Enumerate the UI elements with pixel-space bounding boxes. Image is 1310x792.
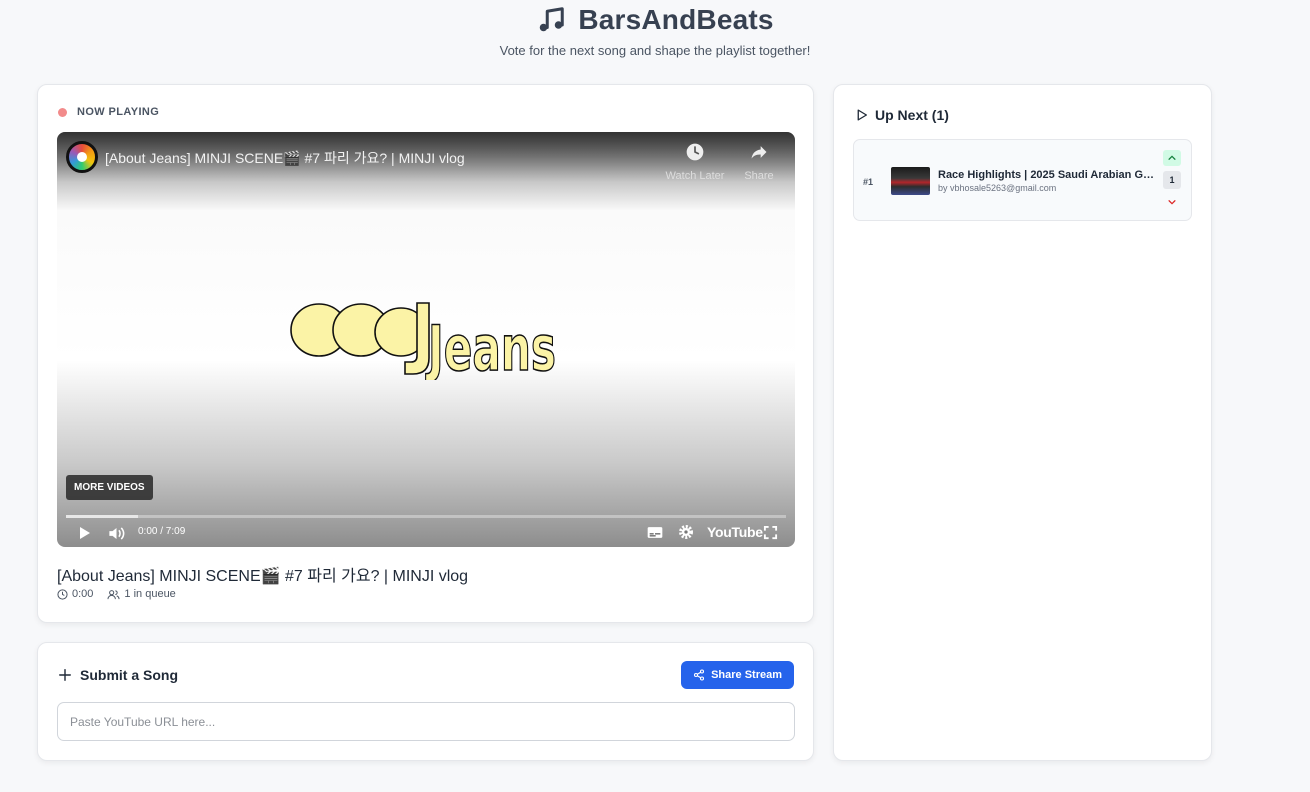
svg-text:Jeans: Jeans [425,312,556,380]
share-stream-button[interactable]: Share Stream [681,661,794,689]
queue-item-submitter: by vbhosale5263@gmail.com [938,183,1057,193]
progress-bar[interactable] [66,515,786,518]
youtube-url-input[interactable] [57,702,795,741]
player-share-button[interactable]: Share [729,142,789,182]
now-playing-card: NOW PLAYING [About Jeans] MINJI SCENE🎬 #… [37,84,814,623]
brand: BarsAndBeats [0,4,1310,36]
channel-avatar[interactable] [66,141,98,173]
captions-icon[interactable] [647,526,663,539]
up-next-card: Up Next (1) #1 Race Highlights | 2025 Sa… [833,84,1212,761]
queue-item-title: Race Highlights | 2025 Saudi Arabian Gra… [938,169,1155,181]
app-title: BarsAndBeats [578,4,774,35]
watch-later-label: Watch Later [665,170,725,182]
now-playing-indicator: NOW PLAYING [58,106,159,118]
live-dot-icon [58,107,67,117]
video-title: [About Jeans] MINJI SCENE🎬 #7 파리 가요? | M… [57,568,469,585]
share-icon [694,669,705,681]
elapsed-time: 0:00 [72,588,94,600]
queue-title: Up Next (1) [875,107,949,123]
time-display: 0:00 / 7:09 [138,526,186,537]
share-arrow-icon [751,146,767,159]
header: BarsAndBeats Vote for the next song and … [0,0,1310,58]
queue-thumbnail [891,167,930,195]
share-stream-label: Share Stream [711,669,782,681]
upvote-button[interactable] [1163,150,1181,166]
settings-gear-icon[interactable] [678,524,694,540]
youtube-logo[interactable]: YouTube [707,524,763,540]
clock-icon [57,588,68,600]
downvote-button[interactable] [1163,194,1181,210]
play-icon[interactable] [76,525,92,541]
clock-icon [686,143,704,161]
share-label: Share [744,170,774,182]
queue-header: Up Next (1) [855,107,949,123]
tagline: Vote for the next song and shape the pla… [499,43,811,58]
queue-rank: #1 [863,177,874,187]
chevron-down-icon [1168,200,1176,205]
video-meta: 0:00 1 in queue [57,588,176,600]
submit-header: Submit a Song [58,667,178,683]
vote-count: 1 [1163,171,1181,189]
volume-icon[interactable] [107,524,126,543]
fullscreen-icon[interactable] [763,525,778,540]
newjeans-logo: Jeans [290,302,557,380]
watch-later-button[interactable]: Watch Later [665,142,725,182]
player-video-title[interactable]: [About Jeans] MINJI SCENE🎬 #7 파리 가요? | M… [105,148,465,168]
chevron-up-icon [1168,155,1176,160]
submit-title: Submit a Song [80,667,178,683]
music-note-icon [540,7,565,32]
player-controls: 0:00 / 7:09 YouTube [57,520,795,547]
video-player[interactable]: [About Jeans] MINJI SCENE🎬 #7 파리 가요? | M… [57,132,795,547]
submit-song-card: Submit a Song Share Stream [37,642,814,761]
progress-fill [66,515,138,518]
queue-item[interactable]: #1 Race Highlights | 2025 Saudi Arabian … [853,139,1192,221]
plus-icon [59,669,71,681]
play-outline-icon [857,109,868,121]
queue-count: 1 in queue [124,588,176,600]
now-playing-label: NOW PLAYING [77,106,160,118]
more-videos-button[interactable]: MORE VIDEOS [66,475,153,500]
users-icon [107,589,120,599]
